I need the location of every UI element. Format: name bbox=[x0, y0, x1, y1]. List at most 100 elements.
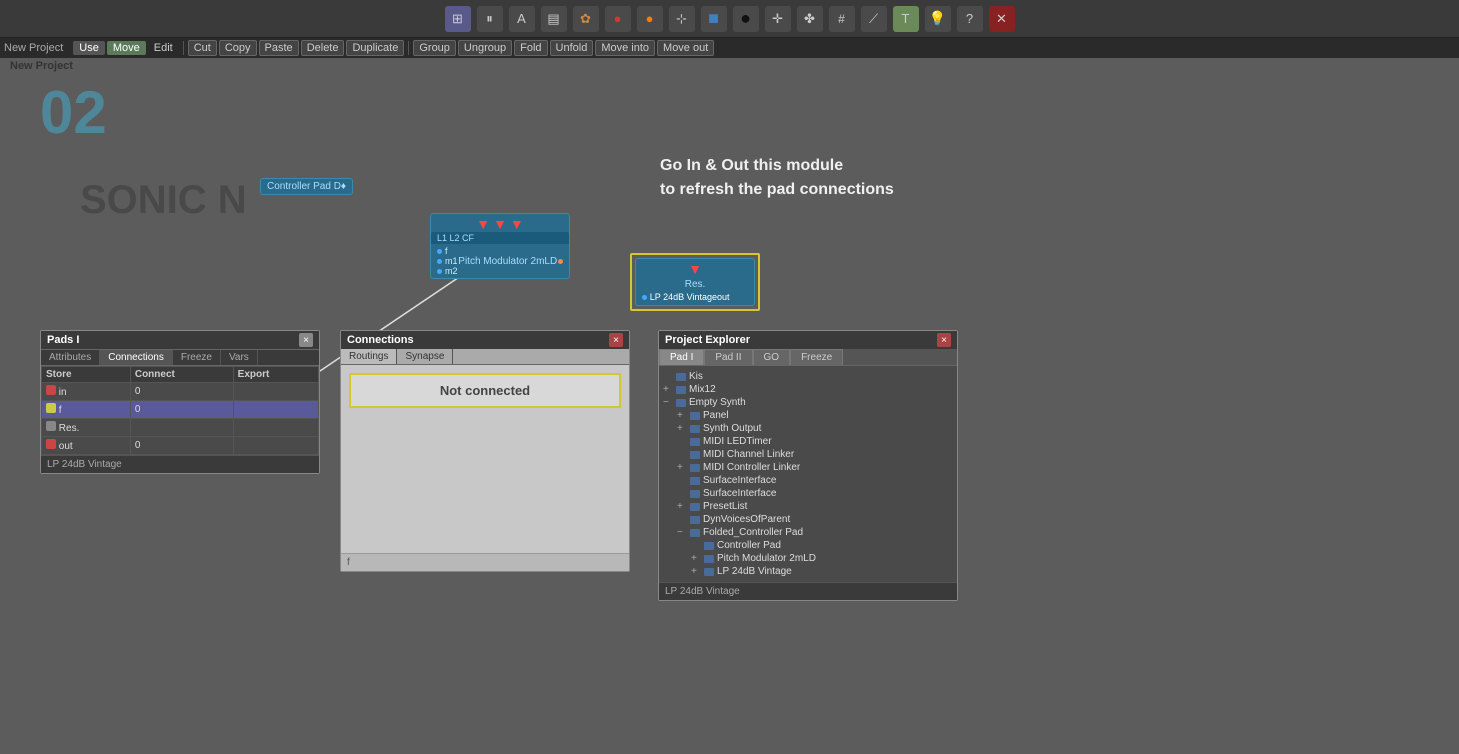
tab-pad-ii[interactable]: Pad II bbox=[704, 349, 752, 365]
tab-routings[interactable]: Routings bbox=[341, 349, 397, 364]
explorer-footer: LP 24dB Vintage bbox=[659, 582, 957, 600]
close-icon[interactable]: ✕ bbox=[989, 6, 1015, 32]
list-item[interactable]: + Pitch Modulator 2mLD bbox=[663, 552, 953, 565]
table-row[interactable]: f 0 bbox=[42, 401, 319, 419]
midiled-label: MIDI LEDTimer bbox=[703, 436, 772, 447]
pads-close-button[interactable]: × bbox=[299, 333, 313, 347]
blue-square[interactable]: ■ bbox=[701, 6, 727, 32]
copy-button[interactable]: Copy bbox=[219, 40, 257, 56]
hash-icon[interactable]: # bbox=[829, 6, 855, 32]
controller-pad-node[interactable]: Controller Pad D♦ bbox=[260, 178, 353, 195]
group-button[interactable]: Group bbox=[413, 40, 456, 56]
list-item[interactable]: + PresetList bbox=[663, 500, 953, 513]
table-row[interactable]: out 0 bbox=[42, 437, 319, 455]
pitchmod-label: Pitch Modulator 2mLD bbox=[717, 553, 816, 564]
ungroup-button[interactable]: Ungroup bbox=[458, 40, 512, 56]
tab-go[interactable]: GO bbox=[753, 349, 791, 365]
list-item[interactable]: + MIDI Controller Linker bbox=[663, 461, 953, 474]
expand-synthout[interactable]: + bbox=[677, 423, 687, 434]
diagonal-icon[interactable]: ⟋ bbox=[861, 6, 887, 32]
explorer-close-button[interactable]: × bbox=[937, 333, 951, 347]
target-icon[interactable]: ✿ bbox=[573, 6, 599, 32]
red-circle[interactable]: ● bbox=[605, 6, 631, 32]
expand-emptysynth[interactable]: − bbox=[663, 397, 673, 408]
table-row[interactable]: Res. bbox=[42, 419, 319, 437]
delete-button[interactable]: Delete bbox=[301, 40, 345, 56]
list-item[interactable]: + Mix12 bbox=[663, 383, 953, 396]
move-into-button[interactable]: Move into bbox=[595, 40, 655, 56]
list-item[interactable]: − Folded_Controller Pad bbox=[663, 526, 953, 539]
list-item[interactable]: DynVoicesOfParent bbox=[663, 513, 953, 526]
connections-close-button[interactable]: × bbox=[609, 333, 623, 347]
cross-icon[interactable]: ✤ bbox=[797, 6, 823, 32]
expand-mix12[interactable]: + bbox=[663, 384, 673, 395]
help-icon[interactable]: ? bbox=[957, 6, 983, 32]
expand-preset[interactable]: + bbox=[677, 501, 687, 512]
cut-button[interactable]: Cut bbox=[188, 40, 217, 56]
lp24-label: LP 24dB Vintage bbox=[717, 566, 792, 577]
surf1-label: SurfaceInterface bbox=[703, 475, 776, 486]
orange-circle[interactable]: ● bbox=[637, 6, 663, 32]
expand-lp24[interactable]: + bbox=[691, 566, 701, 577]
tab-connections[interactable]: Connections bbox=[100, 350, 173, 365]
mix12-label: Mix12 bbox=[689, 384, 716, 395]
row-in-connect[interactable]: 0 bbox=[130, 383, 233, 401]
row-in-label: in bbox=[59, 387, 67, 398]
list-item[interactable]: Controller Pad bbox=[663, 539, 953, 552]
row-f-connect[interactable]: 0 bbox=[130, 401, 233, 419]
tab-synapse[interactable]: Synapse bbox=[397, 349, 453, 364]
table-row[interactable]: in 0 bbox=[42, 383, 319, 401]
toolbar-icons: ⊞ ⏸ A ▤ ✿ ● ● ⊹ ■ ● ✛ ✤ # ⟋ T 💡 ? ✕ bbox=[445, 6, 1015, 32]
layers-icon[interactable]: ▤ bbox=[541, 6, 567, 32]
connections-panel-title: Connections bbox=[347, 334, 414, 346]
paste-button[interactable]: Paste bbox=[259, 40, 299, 56]
list-item[interactable]: SurfaceInterface bbox=[663, 487, 953, 500]
bulb-icon[interactable]: 💡 bbox=[925, 6, 951, 32]
pitch-modulator-node[interactable]: ▼ ▼ ▼ L1 L2 CF f m1 m2 Pitch Modulator 2… bbox=[430, 213, 570, 279]
checker-icon[interactable]: ⊹ bbox=[669, 6, 695, 32]
instruction-text: Go In & Out this module to refresh the p… bbox=[660, 154, 894, 202]
expand-folded[interactable]: − bbox=[677, 527, 687, 538]
duplicate-button[interactable]: Duplicate bbox=[346, 40, 404, 56]
list-item[interactable]: − Empty Synth bbox=[663, 396, 953, 409]
list-item[interactable]: MIDI Channel Linker bbox=[663, 448, 953, 461]
ctrlpad-label: Controller Pad bbox=[717, 540, 781, 551]
tab-freeze-exp[interactable]: Freeze bbox=[790, 349, 843, 365]
black-circle[interactable]: ● bbox=[733, 6, 759, 32]
col-connect: Connect bbox=[130, 367, 233, 383]
list-item[interactable]: + Panel bbox=[663, 409, 953, 422]
text-icon[interactable]: A bbox=[509, 6, 535, 32]
list-item[interactable]: + Synth Output bbox=[663, 422, 953, 435]
tab-vars[interactable]: Vars bbox=[221, 350, 258, 365]
grid-icon[interactable]: ⊞ bbox=[445, 6, 471, 32]
preset-icon bbox=[690, 503, 700, 511]
expand-pitchmod[interactable]: + bbox=[691, 553, 701, 564]
pitch-mod-top-label: L1 L2 CF bbox=[431, 232, 569, 244]
list-item[interactable]: MIDI LEDTimer bbox=[663, 435, 953, 448]
tab-attributes[interactable]: Attributes bbox=[41, 350, 100, 365]
list-item[interactable]: + LP 24dB Vintage bbox=[663, 565, 953, 578]
menu-use[interactable]: Use bbox=[73, 41, 105, 55]
fold-button[interactable]: Fold bbox=[514, 40, 547, 56]
menu-edit[interactable]: Edit bbox=[148, 41, 179, 55]
tab-pad-i[interactable]: Pad I bbox=[659, 349, 704, 365]
row-f-indicator: f bbox=[42, 401, 131, 419]
project-title: New Project bbox=[10, 58, 73, 74]
canvas-area: New Project 02 SONIC N Go In & Out this … bbox=[0, 58, 1459, 754]
midictl-icon bbox=[690, 464, 700, 472]
list-item[interactable]: SurfaceInterface bbox=[663, 474, 953, 487]
row-out-connect[interactable]: 0 bbox=[130, 437, 233, 455]
menu-move[interactable]: Move bbox=[107, 41, 146, 55]
unfold-button[interactable]: Unfold bbox=[550, 40, 594, 56]
pause-icon[interactable]: ⏸ bbox=[477, 6, 503, 32]
move-icon[interactable]: ✛ bbox=[765, 6, 791, 32]
lp-node[interactable]: ▼ Res. LP 24dB Vintageout bbox=[635, 258, 755, 306]
list-item[interactable]: Kis bbox=[663, 370, 953, 383]
pads-panel-title: Pads I bbox=[47, 334, 79, 346]
expand-midictl[interactable]: + bbox=[677, 462, 687, 473]
tab-freeze[interactable]: Freeze bbox=[173, 350, 221, 365]
pads-tab-bar: Attributes Connections Freeze Vars bbox=[41, 350, 319, 366]
move-out-button[interactable]: Move out bbox=[657, 40, 714, 56]
tip-icon[interactable]: T bbox=[893, 6, 919, 32]
expand-panel[interactable]: + bbox=[677, 410, 687, 421]
